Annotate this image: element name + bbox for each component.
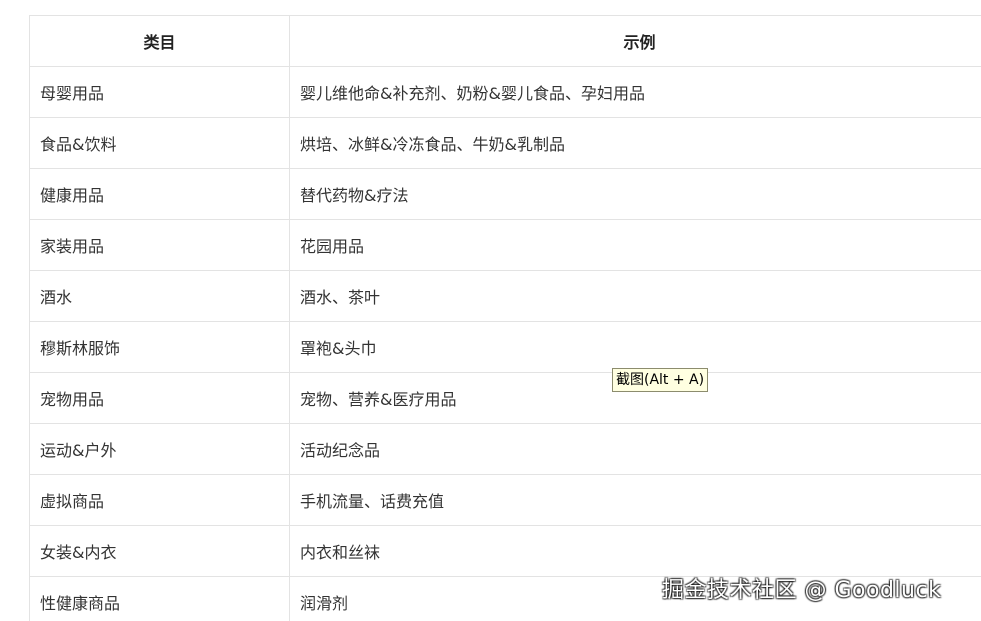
table-row: 虚拟商品 手机流量、话费充值: [29, 474, 981, 526]
category-table-container: 类目 示例 母婴用品 婴儿维他命&补充剂、奶粉&婴儿食品、孕妇用品 食品&饮料 …: [29, 15, 981, 621]
table-row: 母婴用品 婴儿维他命&补充剂、奶粉&婴儿食品、孕妇用品: [29, 66, 981, 118]
category-cell: 运动&户外: [29, 423, 290, 475]
table-row: 女装&内衣 内衣和丝袜: [29, 525, 981, 577]
table-body: 母婴用品 婴儿维他命&补充剂、奶粉&婴儿食品、孕妇用品 食品&饮料 烘培、冰鲜&…: [29, 66, 981, 621]
table-row: 家装用品 花园用品: [29, 219, 981, 271]
category-cell: 虚拟商品: [29, 474, 290, 526]
page: 类目 示例 母婴用品 婴儿维他命&补充剂、奶粉&婴儿食品、孕妇用品 食品&饮料 …: [0, 0, 981, 621]
category-cell: 母婴用品: [29, 66, 290, 118]
screenshot-tooltip: 截图(Alt + A): [612, 368, 709, 392]
watermark: 掘金技术社区 @ Goodluck: [662, 578, 942, 603]
category-cell: 性健康商品: [29, 576, 290, 621]
category-cell: 健康用品: [29, 168, 290, 220]
category-cell: 家装用品: [29, 219, 290, 271]
category-cell: 酒水: [29, 270, 290, 322]
examples-cell: 罩袍&头巾: [289, 321, 981, 373]
table-row: 食品&饮料 烘培、冰鲜&冷冻食品、牛奶&乳制品: [29, 117, 981, 169]
table-row: 运动&户外 活动纪念品: [29, 423, 981, 475]
category-table: 类目 示例 母婴用品 婴儿维他命&补充剂、奶粉&婴儿食品、孕妇用品 食品&饮料 …: [29, 15, 981, 621]
table-header: 类目 示例: [29, 15, 981, 67]
header-category: 类目: [29, 15, 290, 67]
examples-cell: 酒水、茶叶: [289, 270, 981, 322]
examples-cell: 活动纪念品: [289, 423, 981, 475]
category-cell: 宠物用品: [29, 372, 290, 424]
examples-cell: 婴儿维他命&补充剂、奶粉&婴儿食品、孕妇用品: [289, 66, 981, 118]
examples-cell: 花园用品: [289, 219, 981, 271]
examples-cell: 内衣和丝袜: [289, 525, 981, 577]
table-row: 宠物用品 宠物、营养&医疗用品: [29, 372, 981, 424]
category-cell: 女装&内衣: [29, 525, 290, 577]
table-row: 穆斯林服饰 罩袍&头巾: [29, 321, 981, 373]
examples-cell: 替代药物&疗法: [289, 168, 981, 220]
header-row: 类目 示例: [29, 15, 981, 67]
table-row: 健康用品 替代药物&疗法: [29, 168, 981, 220]
category-cell: 穆斯林服饰: [29, 321, 290, 373]
category-cell: 食品&饮料: [29, 117, 290, 169]
examples-cell: 手机流量、话费充值: [289, 474, 981, 526]
examples-cell: 烘培、冰鲜&冷冻食品、牛奶&乳制品: [289, 117, 981, 169]
header-examples: 示例: [289, 15, 981, 67]
table-row: 酒水 酒水、茶叶: [29, 270, 981, 322]
